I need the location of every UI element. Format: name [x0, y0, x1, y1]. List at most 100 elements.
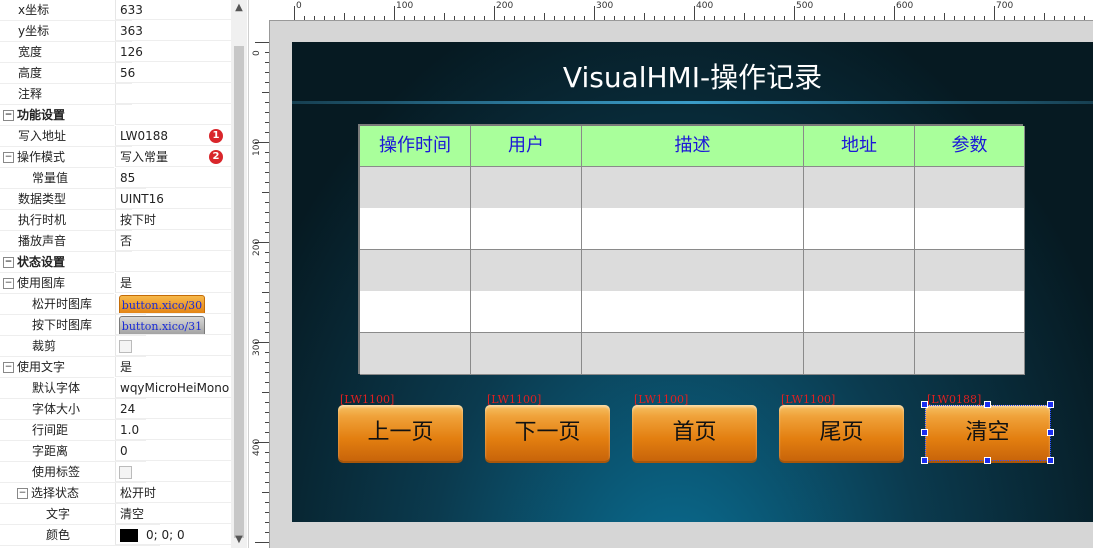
- table-cell[interactable]: [582, 332, 804, 375]
- property-row[interactable]: 字体大小 24: [0, 399, 231, 420]
- table-cell[interactable]: [471, 291, 582, 334]
- property-value[interactable]: 写入常量 2: [115, 147, 231, 167]
- property-row[interactable]: 默认字体 wqyMicroHeiMono: [0, 378, 231, 399]
- table-cell[interactable]: [915, 291, 1025, 334]
- color-swatch[interactable]: [120, 529, 138, 542]
- table-cell[interactable]: [915, 249, 1025, 292]
- design-surface[interactable]: 0 100 200 300 400 500 600 700 0 100 200 300 400 Vis…: [249, 0, 1093, 548]
- property-value[interactable]: 85: [115, 168, 231, 188]
- property-value[interactable]: 1.0: [115, 420, 231, 440]
- property-value[interactable]: 0; 0; 0: [115, 525, 231, 545]
- table-cell[interactable]: [471, 208, 582, 251]
- resize-handle[interactable]: [921, 429, 928, 436]
- property-value[interactable]: wqyMicroHeiMono: [115, 378, 231, 398]
- property-value[interactable]: button.xico/31: [115, 315, 231, 335]
- table-cell[interactable]: [360, 167, 471, 209]
- property-row[interactable]: 高度 56: [0, 63, 231, 84]
- property-value[interactable]: 24: [115, 399, 231, 419]
- hmi-screen[interactable]: VisualHMI-操作记录 操作时间 用户 描述 地址 参数 [LW1100] 上一页[…: [292, 42, 1093, 522]
- table-header-cell[interactable]: 操作时间: [360, 126, 471, 167]
- property-value[interactable]: [115, 462, 231, 482]
- property-value[interactable]: 清空: [115, 504, 231, 524]
- property-row[interactable]: 字距离 0: [0, 441, 231, 462]
- table-cell[interactable]: [360, 332, 471, 375]
- operation-log-table[interactable]: 操作时间 用户 描述 地址 参数: [358, 124, 1025, 375]
- table-header-cell[interactable]: 地址: [804, 126, 915, 167]
- property-row[interactable]: − 使用图库是: [0, 273, 231, 294]
- scroll-up-icon[interactable]: ▲: [231, 0, 247, 16]
- property-value[interactable]: UINT16: [115, 189, 231, 209]
- property-row[interactable]: 播放声音 否: [0, 231, 231, 252]
- collapse-icon[interactable]: −: [3, 110, 14, 121]
- table-cell[interactable]: [582, 249, 804, 292]
- property-value[interactable]: 按下时: [115, 210, 231, 230]
- property-value[interactable]: 松开时: [115, 483, 231, 503]
- property-row[interactable]: 宽度 126: [0, 42, 231, 63]
- property-value[interactable]: 是: [115, 273, 231, 293]
- table-cell[interactable]: [471, 167, 582, 209]
- image-library-button[interactable]: button.xico/31: [119, 316, 205, 334]
- table-cell[interactable]: [582, 291, 804, 334]
- property-value[interactable]: 56: [115, 63, 231, 83]
- nav-button[interactable]: 首页: [632, 405, 757, 461]
- property-row[interactable]: 注释: [0, 84, 231, 105]
- table-cell[interactable]: [360, 208, 471, 251]
- property-row[interactable]: 行间距 1.0: [0, 420, 231, 441]
- property-row[interactable]: 使用标签: [0, 462, 231, 483]
- scroll-down-icon[interactable]: ▼: [231, 532, 247, 548]
- property-value[interactable]: 126: [115, 42, 231, 62]
- property-row[interactable]: y坐标 363: [0, 21, 231, 42]
- property-value[interactable]: 是: [115, 357, 231, 377]
- nav-button[interactable]: 下一页: [485, 405, 610, 461]
- table-cell[interactable]: [804, 249, 915, 292]
- property-row[interactable]: − 选择状态 松开时: [0, 483, 231, 504]
- property-value[interactable]: [115, 336, 231, 356]
- property-row[interactable]: − 功能设置: [0, 105, 231, 126]
- collapse-icon[interactable]: −: [3, 362, 14, 373]
- resize-handle[interactable]: [1047, 429, 1054, 436]
- collapse-icon[interactable]: −: [3, 152, 14, 163]
- table-cell[interactable]: [915, 332, 1025, 375]
- image-library-button[interactable]: button.xico/30: [119, 295, 205, 313]
- property-row[interactable]: 数据类型 UINT16: [0, 189, 231, 210]
- scroll-thumb[interactable]: [234, 46, 244, 538]
- property-value[interactable]: 363: [115, 21, 231, 41]
- property-row[interactable]: − 操作模式 写入常量 2: [0, 147, 231, 168]
- property-row[interactable]: 执行时机 按下时: [0, 210, 231, 231]
- property-value[interactable]: [115, 84, 231, 104]
- property-row[interactable]: 裁剪: [0, 336, 231, 357]
- table-header-cell[interactable]: 描述: [582, 126, 804, 167]
- property-row[interactable]: 颜色 0; 0; 0: [0, 525, 231, 546]
- table-header-cell[interactable]: 用户: [471, 126, 582, 167]
- table-cell[interactable]: [471, 249, 582, 292]
- property-row[interactable]: x坐标 633: [0, 0, 231, 21]
- checkbox[interactable]: [119, 466, 132, 479]
- table-cell[interactable]: [915, 167, 1025, 209]
- table-cell[interactable]: [471, 332, 582, 375]
- table-cell[interactable]: [582, 167, 804, 209]
- property-row[interactable]: 松开时图库 button.xico/30: [0, 294, 231, 315]
- collapse-icon[interactable]: −: [17, 488, 28, 499]
- table-cell[interactable]: [360, 291, 471, 334]
- property-value[interactable]: LW0188 1: [115, 126, 231, 146]
- property-row[interactable]: 文字 清空: [0, 504, 231, 525]
- table-cell[interactable]: [804, 208, 915, 251]
- resize-handle[interactable]: [1047, 457, 1054, 464]
- table-cell[interactable]: [804, 291, 915, 334]
- collapse-icon[interactable]: −: [3, 257, 14, 268]
- property-value[interactable]: 0: [115, 441, 231, 461]
- screen-title[interactable]: VisualHMI-操作记录: [292, 56, 1093, 96]
- resize-handle[interactable]: [984, 401, 991, 408]
- property-row[interactable]: 常量值 85: [0, 168, 231, 189]
- resize-handle[interactable]: [921, 401, 928, 408]
- table-cell[interactable]: [804, 167, 915, 209]
- nav-button[interactable]: 上一页: [338, 405, 463, 461]
- property-value[interactable]: 否: [115, 231, 231, 251]
- resize-handle[interactable]: [1047, 401, 1054, 408]
- property-row[interactable]: − 使用文字是: [0, 357, 231, 378]
- nav-button[interactable]: 尾页: [779, 405, 904, 461]
- table-cell[interactable]: [582, 208, 804, 251]
- property-row[interactable]: − 状态设置: [0, 252, 231, 273]
- checkbox[interactable]: [119, 340, 132, 353]
- property-row[interactable]: 写入地址 LW0188 1: [0, 126, 231, 147]
